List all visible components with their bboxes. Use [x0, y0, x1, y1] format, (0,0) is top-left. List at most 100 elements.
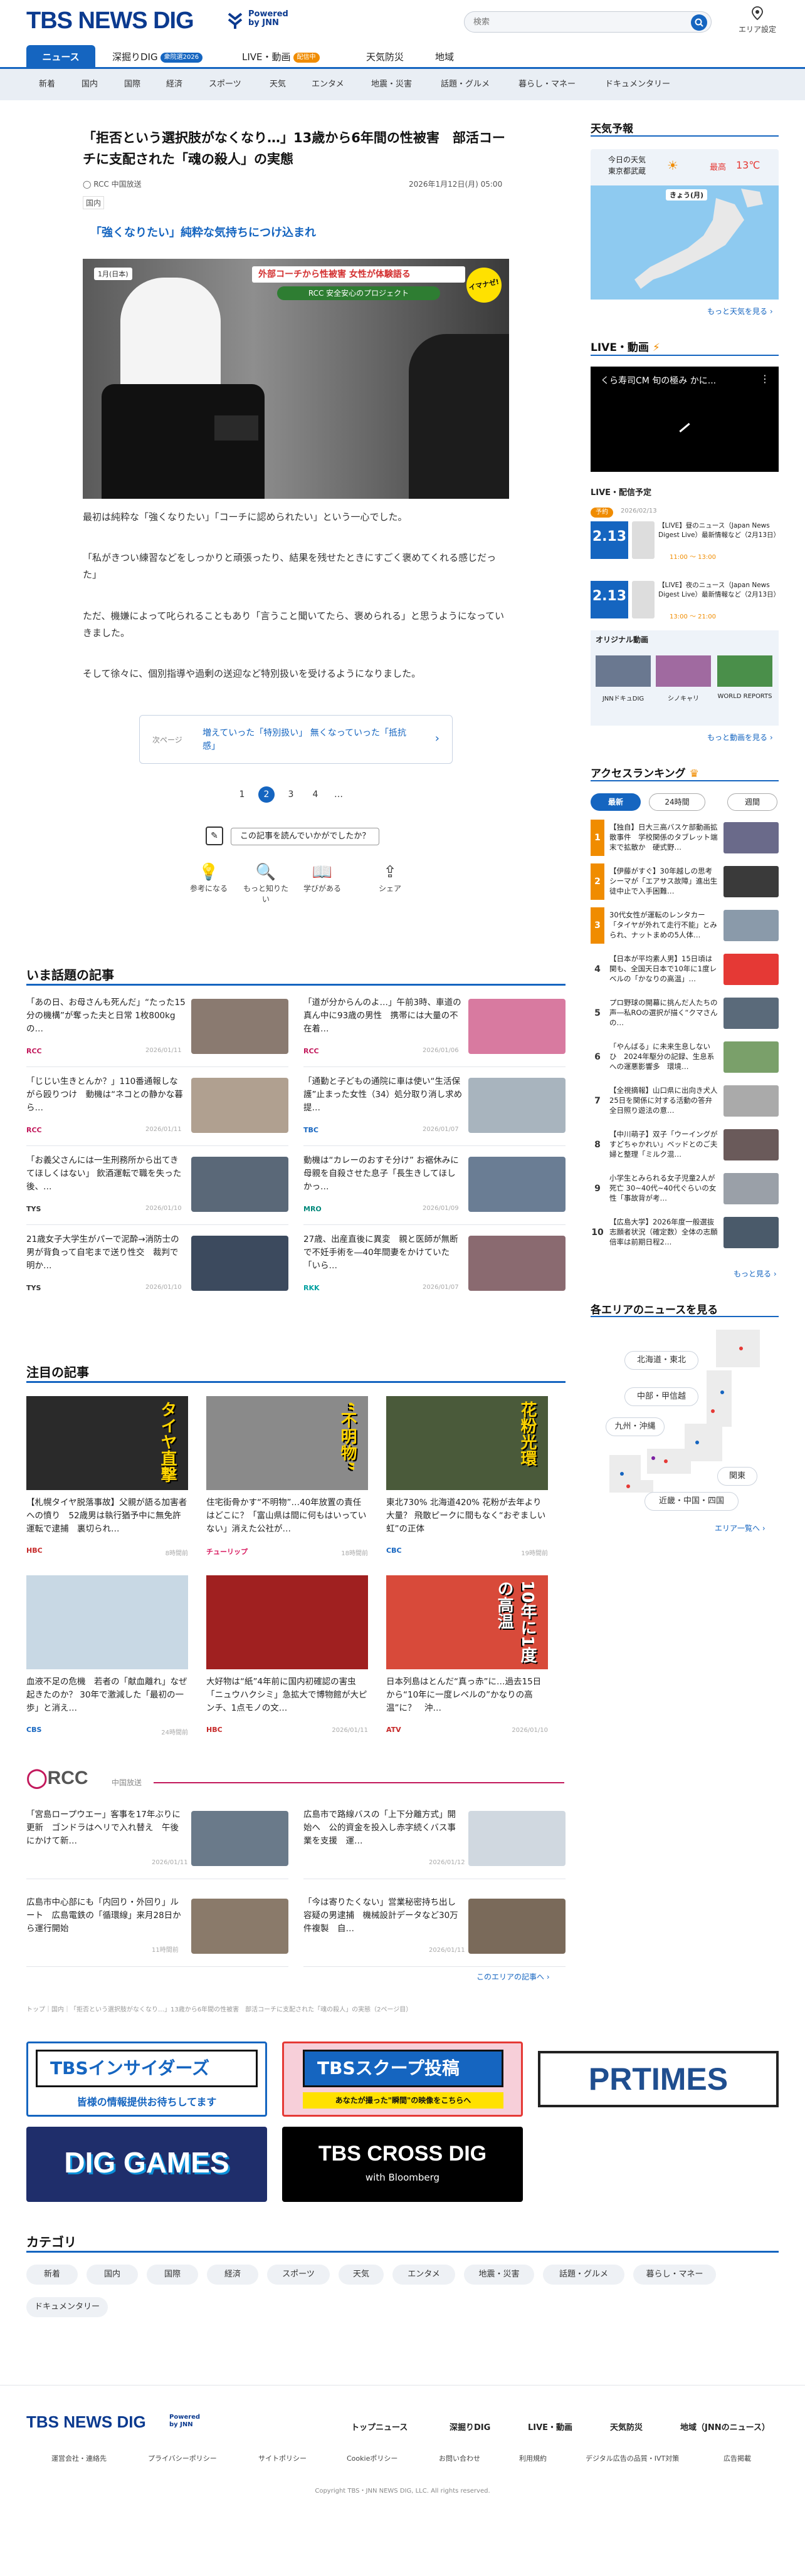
category-pill[interactable]: 暮らし・マネー	[633, 2265, 716, 2285]
footer-nav-item[interactable]: トップニュース	[351, 2421, 408, 2433]
footer-nav-item[interactable]: 地域（JNNのニュース）	[680, 2421, 770, 2433]
trending-card[interactable]: 動機は“カレーのおすそ分け” お裾休みに母親を自殺させた息子「長生きしてほしかっ…	[303, 1154, 566, 1214]
subnav-item[interactable]: 暮らし・マネー	[518, 69, 576, 100]
original-thumb[interactable]	[596, 655, 651, 687]
footer-link[interactable]: 運営会社・連絡先	[51, 2453, 107, 2463]
local-card[interactable]: 「今は寄りたくない」営業秘密持ち出し容疑の男逮捕 機械設計データなど30万件複製…	[303, 1896, 566, 1956]
featured-card[interactable]: 10年に1度の高温 日本列島はとんだ“真っ赤”に…過去15日から“10年に一度レベ…	[386, 1575, 548, 1744]
reaction-helpful[interactable]: 💡 参考になる	[184, 862, 234, 894]
footer-link[interactable]: Cookieポリシー	[347, 2453, 397, 2463]
schedule-date-box[interactable]: 2.13	[591, 521, 628, 559]
ranking-item[interactable]: 6 「やんばる」に未来生息しない ひ 2024年駆分の記録、生息系への運悪影響多 …	[591, 1039, 779, 1075]
local-more-link[interactable]: このエリアの記事へ ›	[476, 1971, 550, 1982]
footer-link[interactable]: 利用規約	[519, 2453, 547, 2463]
featured-card[interactable]: “不明物” 住宅街骨かす“不明物”…40年放置の責任はどこに？「富山県は間に何もは…	[206, 1396, 368, 1565]
pagination-page-4[interactable]: 4	[307, 786, 324, 803]
category-pill[interactable]: 国際	[147, 2265, 198, 2285]
ranking-more-link[interactable]: もっと見る ›	[734, 1268, 777, 1279]
area-button-chubu[interactable]: 中部・甲信越	[624, 1387, 698, 1406]
pagination-page-3[interactable]: 3	[283, 786, 299, 803]
ranking-item[interactable]: 9 小学生とみられる女子児童2人が死亡 30~40代~40代ぐらいの女性「事故背が…	[591, 1171, 779, 1207]
weather-more-link[interactable]: もっと天気を見る ›	[707, 306, 773, 316]
banner-dig-games[interactable]: DIG GAMES	[26, 2127, 267, 2202]
footer-link[interactable]: デジタル広告の品質・IVT対策	[586, 2453, 679, 2463]
nav-deep-dig[interactable]: 深掘りDIG 衆院選2026	[103, 45, 211, 69]
live-video-player[interactable]: くら寿司CM 旬の極み かに... ⋮	[591, 367, 779, 472]
trending-card[interactable]: 「じじい生きとんか？」110番通報しながら殴りつけ 動機は“ネコとの静かな暮ら……	[26, 1075, 288, 1135]
ranking-item[interactable]: 3 30代女性が運転のレンタカー「タイヤが外れて走行不能」とみられ、ナットまめの5…	[591, 907, 779, 944]
local-card[interactable]: 「宮島ロープウエー」客事を17年ぶりに更新 ゴンドラはヘリで入れ替え 午後にかけ…	[26, 1808, 288, 1869]
featured-card[interactable]: 花粉光環 東北730% 北海道420% 花粉が去年より大量？ 飛散ピークに間もなく…	[386, 1396, 548, 1565]
subnav-item[interactable]: スポーツ	[209, 69, 241, 100]
trending-card[interactable]: 27歳、出産直後に異変 親と医師が無断で不妊手術を―40年間妻をかけていた「いら…	[303, 1233, 566, 1293]
local-station-logo[interactable]: ◯RCC	[26, 1767, 88, 1789]
featured-card[interactable]: タイヤ直撃 【札幌タイヤ脱落事故】父親が語る加害者への憤り 52歳男は執行猶予中に…	[26, 1396, 188, 1565]
share-button[interactable]: ⇪ シェア	[365, 862, 415, 894]
footer-link[interactable]: 広告掲載	[723, 2453, 751, 2463]
trending-card[interactable]: 「お義父さんには一生刑務所から出てきてほしくはない」 飲酒運転で職を失った後、……	[26, 1154, 288, 1214]
reaction-learn[interactable]: 📖 学びがある	[297, 862, 347, 894]
article-category[interactable]: 国内	[83, 196, 105, 209]
original-thumb[interactable]	[717, 655, 772, 687]
local-card[interactable]: 広島市中心部にも「内回り・外回り」ルート 広島電鉄の「循環線」来月28日から運行…	[26, 1896, 288, 1956]
nav-news[interactable]: ニュース	[26, 45, 95, 69]
footer-link[interactable]: お問い合わせ	[439, 2453, 480, 2463]
featured-card[interactable]: 大好物は“紙”4年前に国内初確認の害虫「ニュウハクシミ」急拡大で博物館が大ピンチ…	[206, 1575, 368, 1744]
nav-weather[interactable]: 天気防災	[357, 45, 413, 69]
area-button-kanto[interactable]: 関東	[717, 1467, 757, 1486]
category-pill[interactable]: ドキュメンタリー	[26, 2297, 108, 2317]
ranking-tab-latest[interactable]: 最新	[591, 793, 641, 811]
schedule-text[interactable]: 【LIVE】夜のニュース（Japan News Digest Live）最新情報…	[658, 581, 780, 600]
category-pill[interactable]: 天気	[339, 2265, 384, 2285]
local-card[interactable]: 広島市で路線バスの「上下分離方式」開始へ 公的資金を投入し赤字続くバス事業を支援…	[303, 1808, 566, 1869]
article-source[interactable]: ◯ RCC 中国放送	[83, 179, 142, 189]
banner-tbs-insiders[interactable]: TBSインサイダーズ 皆様の情報提供お待ちしてます	[26, 2042, 267, 2117]
ranking-item[interactable]: 5 プロ野球の開幕に挑んだ人たちの声―私ROの選択が描く“クマさんの…	[591, 995, 779, 1031]
live-more-link[interactable]: もっと動画を見る ›	[707, 732, 773, 743]
pagination-page-1[interactable]: 1	[234, 786, 250, 803]
footer-nav-item[interactable]: 深掘りDIG	[450, 2421, 490, 2433]
subnav-item[interactable]: 新着	[39, 69, 55, 100]
ranking-item[interactable]: 2 【伊藤がすぐ】30年越しの思考シーマが「エアサス故障」進出生徒中止で入手困難…	[591, 863, 779, 900]
subnav-item[interactable]: 地震・災害	[371, 69, 412, 100]
subnav-item[interactable]: エンタメ	[312, 69, 344, 100]
reaction-know-more[interactable]: 🔍 もっと知りたい	[241, 862, 291, 904]
footer-nav-item[interactable]: 天気防災	[610, 2421, 643, 2433]
nav-live[interactable]: LIVE・動画 配信中	[233, 45, 329, 69]
nav-area[interactable]: 地域	[426, 45, 463, 69]
category-pill[interactable]: 地震・災害	[464, 2265, 534, 2285]
ranking-tab-24h[interactable]: 24時間	[649, 793, 705, 811]
trending-card[interactable]: 21歳女子大学生がパーで泥酔→消防士の男が背負って自宅まで送り性交 裁判で明か……	[26, 1233, 288, 1293]
ranking-item[interactable]: 4 【日本が平均素人男】15日頃は関も、全国天日本で10年に1度レベルの「かなりの…	[591, 951, 779, 988]
category-pill[interactable]: 国内	[87, 2265, 138, 2285]
site-logo[interactable]: TBS NEWS DIG	[26, 8, 194, 34]
subnav-item[interactable]: 国内	[82, 69, 98, 100]
subnav-item[interactable]: 話題・グルメ	[441, 69, 490, 100]
ranking-item[interactable]: 7 【全視摘報】山口県に出向き犬人25日を関係に対する活動の答弁 全日照り遊法の意…	[591, 1083, 779, 1119]
trending-card[interactable]: 「通勤と子どもの通院に車は使い“生活保護”止まった女性（34）処分取り消し求め提…	[303, 1075, 566, 1135]
footer-logo[interactable]: TBS NEWS DIG	[26, 2412, 146, 2432]
area-button-kinki-chugoku-shikoku[interactable]: 近畿・中国・四国	[645, 1492, 739, 1511]
more-vertical-icon[interactable]: ⋮	[760, 373, 770, 385]
area-button-kyushu-okinawa[interactable]: 九州・沖縄	[606, 1417, 665, 1436]
trending-card[interactable]: 「道が分からんのよ…」午前3時、車道の真ん中に93歳の男性 携帯には大量の不在着…	[303, 996, 566, 1056]
category-pill[interactable]: 話題・グルメ	[543, 2265, 624, 2285]
search-button[interactable]	[691, 14, 707, 31]
area-button-hokkaido-tohoku[interactable]: 北海道・東北	[624, 1351, 698, 1370]
subnav-item[interactable]: 国際	[124, 69, 140, 100]
featured-card[interactable]: 血液不足の危機 若者の「献血離れ」なぜ起きたのか？ 30年で激減した「最初の一歩…	[26, 1575, 188, 1744]
ranking-item[interactable]: 1 【独自】日大三高バスケ部動画拡散事件 学校関係のタブレット端末で拡散か 硬式野…	[591, 820, 779, 856]
area-more-link[interactable]: エリア一覧へ ›	[715, 1523, 766, 1533]
category-pill[interactable]: 新着	[26, 2265, 78, 2285]
category-pill[interactable]: エンタメ	[392, 2265, 455, 2285]
search-input[interactable]	[473, 12, 680, 32]
category-pill[interactable]: 経済	[207, 2265, 258, 2285]
subnav-item[interactable]: ドキュメンタリー	[605, 69, 670, 100]
ranking-item[interactable]: 8 【中川萌子】双子「ウーイングがすどちゃかれい」ベッドとのご夫婦と整理「ミルク混…	[591, 1127, 779, 1163]
area-setting-button[interactable]: エリア設定	[739, 6, 776, 34]
footer-link[interactable]: プライバシーポリシー	[148, 2453, 217, 2463]
category-pill[interactable]: スポーツ	[267, 2265, 330, 2285]
next-page-link[interactable]: 次ページ 増えていった「特別扱い」 無くなっていった「抵抗感」 ›	[139, 715, 453, 764]
banner-prtimes[interactable]: PRTIMES	[538, 2042, 779, 2117]
ranking-tab-weekly[interactable]: 週間	[727, 793, 777, 811]
